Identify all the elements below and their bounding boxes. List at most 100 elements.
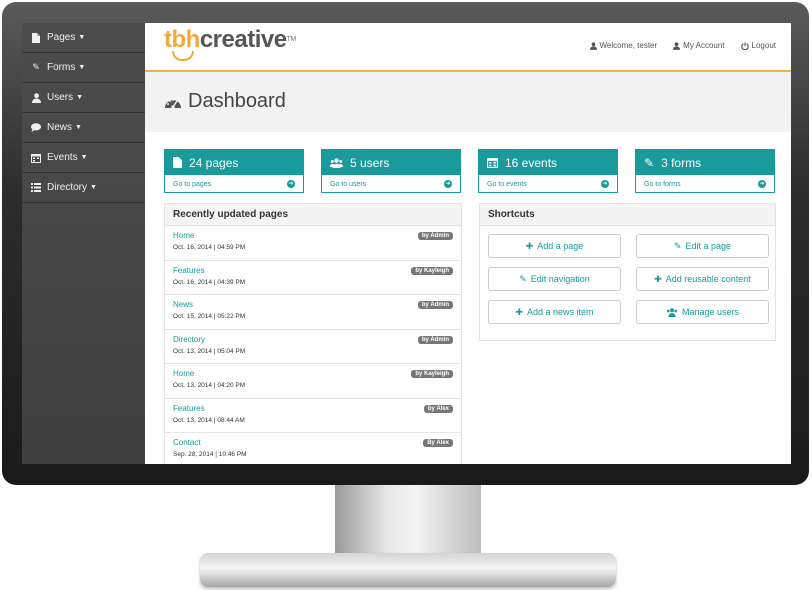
power-icon (740, 41, 749, 50)
card-link-users[interactable]: Go to users ➜ (322, 175, 460, 193)
sidebar-item-label: News (47, 122, 73, 133)
stat-card-events[interactable]: 16 events Go to events ➜ (478, 149, 618, 193)
author-badge: by Admin (417, 301, 453, 309)
button-label: Edit a page (685, 241, 732, 251)
author-badge: By Alex (423, 439, 453, 447)
sidebar: Pages ▼ ✎ Forms ▼ Users ▼ News ▼ Events … (22, 23, 145, 464)
plus-icon: ✚ (654, 273, 662, 284)
card-link-label: Go to forms (644, 180, 681, 188)
my-account-link[interactable]: My Account (673, 41, 725, 50)
page-title: Dashboard (164, 90, 286, 113)
user-icon (673, 41, 681, 50)
list-item: Home Oct. 13, 2014 | 04:20 PM by Kayleig… (165, 364, 461, 399)
calendar-icon (487, 158, 498, 168)
card-header: ✎ 3 forms (636, 150, 774, 175)
caret-down-icon: ▼ (80, 154, 88, 161)
page-link[interactable]: Features (173, 404, 453, 413)
sidebar-item-label: Events (47, 152, 78, 163)
updated-date: Oct. 13, 2014 | 05:04 PM (173, 347, 246, 355)
stat-card-users[interactable]: 5 users Go to users ➜ (321, 149, 461, 193)
pencil-icon: ✎ (32, 62, 40, 72)
list-item: News Oct. 15, 2014 | 05:22 PM by Admin (165, 295, 461, 330)
plus-icon: ✚ (525, 240, 534, 251)
sidebar-item-news[interactable]: News ▼ (22, 113, 145, 143)
caret-down-icon: ▼ (75, 124, 82, 131)
shortcuts-panel: Shortcuts ✚ Add a page ✎ Edit a page ✎ E… (479, 203, 776, 341)
sidebar-item-label: Pages (47, 32, 76, 43)
updated-date: Sep. 28, 2014 | 10:46 PM (173, 451, 247, 458)
monitor-screen: Pages ▼ ✎ Forms ▼ Users ▼ News ▼ Events … (22, 23, 791, 464)
list-item: Home Oct. 16, 2014 | 04:59 PM by Admin (165, 226, 461, 261)
welcome-text: Welcome, tester (589, 41, 658, 50)
manage-users-button[interactable]: Manage users (636, 300, 769, 324)
main-content: tbhcreativeTM Welcome, tester My Account… (145, 23, 791, 464)
page-link[interactable]: Home (173, 231, 453, 240)
add-reusable-content-button[interactable]: ✚ Add reusable content (636, 267, 769, 291)
page-header: Dashboard (145, 72, 791, 132)
button-label: Manage users (681, 307, 740, 317)
card-count: 24 pages (189, 155, 239, 170)
sidebar-item-pages[interactable]: Pages ▼ (22, 23, 145, 53)
logo-tm-text: TM (286, 36, 297, 43)
stat-card-pages[interactable]: 24 pages Go to pages ➜ (164, 149, 304, 193)
card-link-label: Go to events (487, 180, 527, 188)
list-item: Directory Oct. 13, 2014 | 05:04 PM by Ad… (165, 330, 461, 364)
page-link[interactable]: Contact (173, 438, 453, 447)
sidebar-item-label: Directory (47, 182, 88, 193)
add-page-button[interactable]: ✚ Add a page (488, 234, 621, 258)
page-link[interactable]: Directory (173, 335, 453, 344)
file-icon (30, 32, 42, 43)
card-count: 5 users (350, 155, 390, 170)
top-bar: tbhcreativeTM Welcome, tester My Account… (145, 23, 791, 72)
edit-page-button[interactable]: ✎ Edit a page (636, 234, 769, 258)
updated-date: Oct. 16, 2014 | 04:59 PM (173, 244, 246, 251)
author-badge: by Alex (423, 404, 453, 413)
brand-logo[interactable]: tbhcreativeTM (164, 27, 296, 53)
pencil-icon: ✎ (673, 240, 682, 251)
users-icon (330, 157, 343, 168)
stat-card-forms[interactable]: ✎ 3 forms Go to forms ➜ (635, 149, 775, 193)
sidebar-item-events[interactable]: Events ▼ (22, 143, 145, 173)
card-header: 24 pages (165, 150, 303, 175)
shortcut-grid: ✚ Add a page ✎ Edit a page ✎ Edit naviga… (480, 226, 775, 324)
recent-pages-panel: Recently updated pages Home Oct. 16, 201… (164, 203, 462, 464)
sidebar-item-label: Forms (47, 62, 76, 73)
sidebar-item-label: Users (47, 92, 74, 103)
card-count: 16 events (505, 155, 558, 170)
monitor-stand-base (200, 553, 616, 587)
pencil-icon: ✎ (519, 273, 527, 284)
card-link-events[interactable]: Go to events ➜ (479, 175, 617, 193)
logout-label: Logout (751, 41, 776, 50)
sidebar-item-forms[interactable]: ✎ Forms ▼ (22, 53, 145, 83)
edit-navigation-button[interactable]: ✎ Edit navigation (488, 267, 621, 291)
add-news-item-button[interactable]: ✚ Add a news item (488, 300, 621, 324)
welcome-label: Welcome, tester (599, 41, 658, 50)
list-icon (30, 183, 42, 192)
card-link-forms[interactable]: Go to forms ➜ (636, 175, 774, 193)
logo-smile-icon (172, 51, 194, 61)
card-link-pages[interactable]: Go to pages ➜ (165, 175, 303, 193)
updated-date: Oct. 13, 2014 | 04:20 PM (173, 382, 246, 389)
dashboard-icon (165, 98, 181, 109)
logout-link[interactable]: Logout (740, 41, 776, 50)
calendar-icon (30, 153, 42, 163)
author-badge: by Kayleigh (411, 370, 453, 378)
stat-cards: 24 pages Go to pages ➜ 5 users Go to use… (164, 149, 775, 193)
panel-title: Shortcuts (480, 204, 775, 226)
list-item: Features Oct. 13, 2014 | 08:44 AM by Ale… (165, 399, 461, 433)
author-badge: by Kayleigh (411, 266, 453, 275)
page-link[interactable]: News (173, 300, 453, 309)
monitor-stand-neck (335, 485, 481, 557)
user-icon (589, 41, 597, 50)
updated-date: Oct. 15, 2014 | 05:22 PM (173, 313, 246, 320)
card-header: 16 events (479, 150, 617, 175)
sidebar-item-directory[interactable]: Directory ▼ (22, 173, 145, 203)
sidebar-item-users[interactable]: Users ▼ (22, 83, 145, 113)
button-label: Add reusable content (665, 274, 751, 284)
button-label: Add a page (537, 241, 584, 251)
card-link-label: Go to users (330, 180, 367, 188)
page-title-text: Dashboard (188, 90, 286, 112)
my-account-label: My Account (683, 41, 725, 50)
updated-date: Oct. 13, 2014 | 08:44 AM (173, 416, 245, 424)
card-header: 5 users (322, 150, 460, 175)
